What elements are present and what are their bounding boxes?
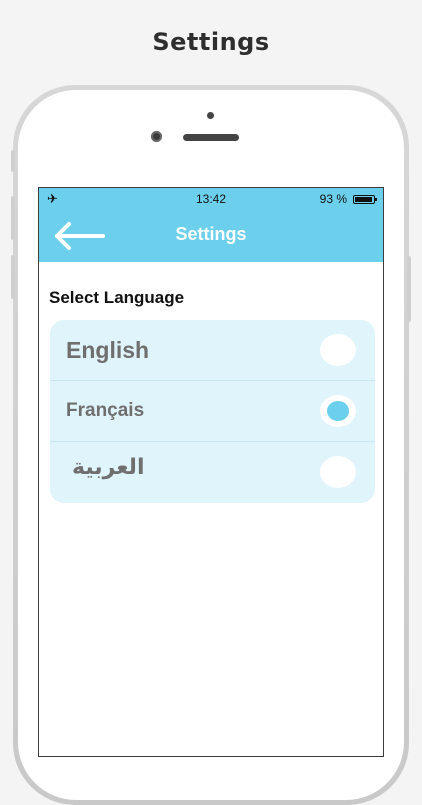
- mute-switch: [11, 150, 15, 172]
- language-list: English Français العربية: [50, 320, 375, 503]
- nav-title: Settings: [175, 224, 247, 244]
- page-heading: Settings: [152, 28, 270, 56]
- battery-icon: [353, 195, 377, 204]
- language-label: Français: [66, 400, 145, 421]
- proximity-sensor: [207, 112, 214, 119]
- language-option-arabic[interactable]: العربية: [50, 442, 375, 503]
- radio-french[interactable]: [320, 395, 356, 427]
- language-option-french[interactable]: Français: [50, 381, 375, 442]
- battery-level-fill: [355, 197, 372, 202]
- radio-arabic[interactable]: [320, 456, 356, 488]
- volume-down-button: [11, 255, 15, 299]
- navigation-bar: Settings: [39, 210, 383, 262]
- volume-up-button: [11, 196, 15, 240]
- earpiece-speaker: [183, 134, 239, 141]
- radio-selected-dot: [327, 401, 349, 421]
- language-option-english[interactable]: English: [50, 320, 375, 381]
- power-button: [407, 256, 411, 322]
- language-label: العربية: [72, 455, 145, 480]
- language-label: English: [66, 337, 150, 363]
- status-bar: ✈ 13:42 93 %: [39, 188, 383, 210]
- front-camera-icon: [151, 131, 162, 142]
- radio-english[interactable]: [320, 334, 356, 366]
- select-language-label: Select Language: [49, 288, 185, 307]
- battery-percentage: 93 %: [319, 192, 347, 206]
- phone-screen: ✈ 13:42 93 % Settings Select Language En…: [38, 187, 384, 757]
